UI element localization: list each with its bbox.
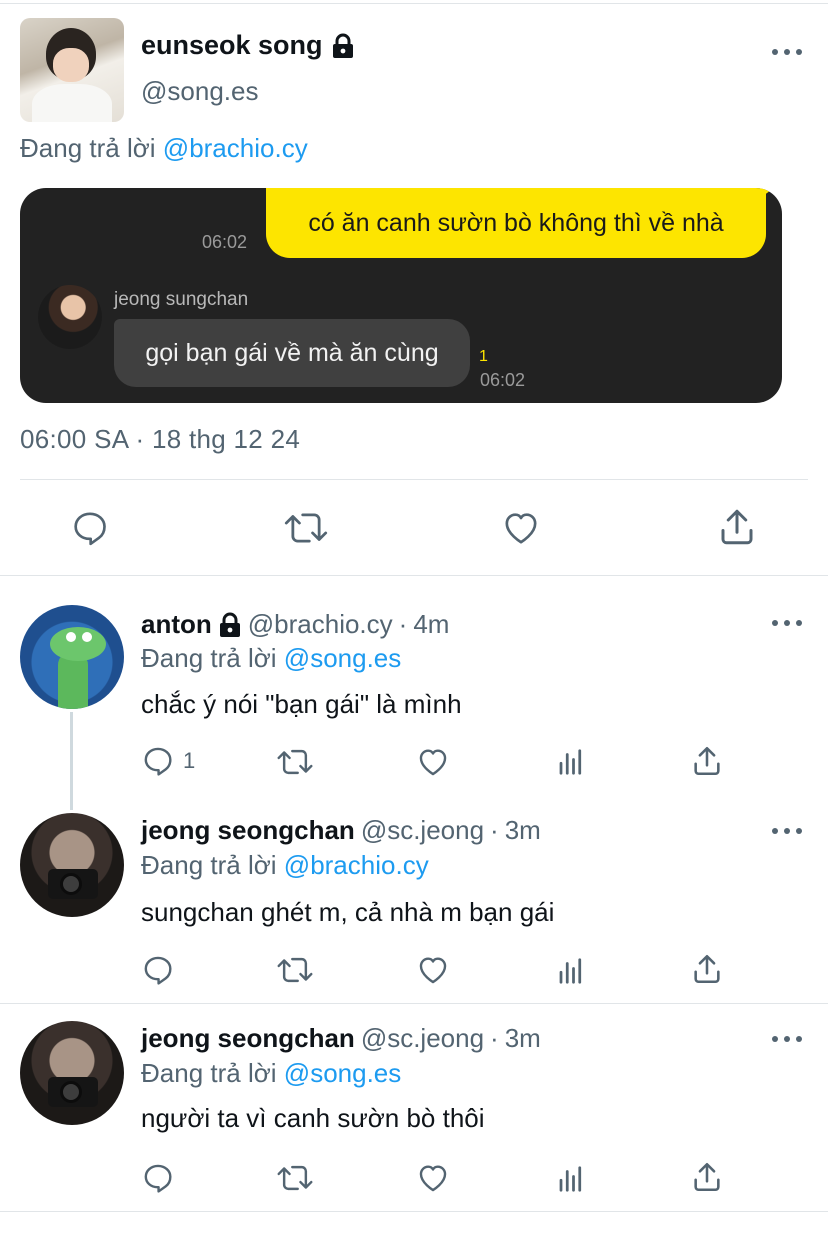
retweet-button[interactable]: [276, 745, 314, 779]
section-divider: [0, 1003, 828, 1004]
main-replying-to: Đang trả lời @brachio.cy: [20, 133, 308, 164]
like-button[interactable]: [415, 953, 451, 987]
main-handle[interactable]: @song.es: [141, 76, 258, 107]
lock-icon: [218, 612, 242, 638]
share-icon: [694, 954, 720, 984]
like-icon: [419, 749, 447, 776]
main-avatar[interactable]: [20, 18, 124, 122]
reply-header: anton @brachio.cy · 4m: [141, 609, 449, 640]
chat-screenshot[interactable]: có ăn canh sườn bò không thì về nhà 06:0…: [20, 188, 782, 403]
retweet-button[interactable]: [276, 1161, 314, 1195]
reply-handle[interactable]: @sc.jeong: [361, 815, 484, 846]
views-icon: [559, 958, 582, 984]
retweet-icon: [277, 1165, 313, 1191]
reply-icon: [74, 512, 106, 546]
tweet-timestamp[interactable]: 06:00 SA · 18 thg 12 24: [20, 424, 300, 455]
reply-avatar[interactable]: [20, 813, 124, 917]
share-button[interactable]: [690, 744, 724, 778]
reply-count: 1: [183, 748, 196, 773]
reply-header: jeong seongchan @sc.jeong · 3m: [141, 815, 541, 846]
reply-replying-to: Đang trả lời @song.es: [141, 1058, 401, 1089]
meta-separator: ·: [490, 1023, 499, 1053]
reply-icon: [144, 956, 172, 985]
reply-time[interactable]: 3m: [505, 815, 541, 846]
mention-link[interactable]: @song.es: [284, 1058, 401, 1088]
reply-avatar[interactable]: [20, 1021, 124, 1125]
mention-link[interactable]: @brachio.cy: [284, 850, 429, 880]
share-button[interactable]: [716, 506, 758, 548]
lock-icon: [331, 33, 355, 59]
share-button[interactable]: [690, 1160, 724, 1194]
more-icon[interactable]: [772, 47, 802, 57]
reply-display-name[interactable]: jeong seongchan: [141, 815, 355, 846]
reply-time[interactable]: 3m: [505, 1023, 541, 1054]
like-button[interactable]: [415, 1161, 451, 1195]
reply-icon: [144, 1164, 172, 1193]
views-button[interactable]: [556, 955, 586, 987]
views-icon: [559, 749, 582, 775]
retweet-icon: [284, 513, 328, 543]
chat-time-incoming: 06:02: [480, 370, 526, 390]
share-button[interactable]: [690, 952, 724, 986]
views-icon: [559, 1166, 582, 1192]
chat-unread-count: 1: [479, 348, 488, 365]
like-icon: [419, 1165, 447, 1192]
top-divider: [0, 3, 828, 4]
more-icon[interactable]: [772, 618, 802, 628]
reply-display-name[interactable]: anton: [141, 609, 212, 640]
reply-button[interactable]: 1: [141, 744, 195, 778]
reply-replying-to: Đang trả lời @brachio.cy: [141, 850, 429, 881]
share-icon: [694, 1162, 720, 1192]
views-button[interactable]: [556, 746, 586, 778]
reply-replying-to: Đang trả lời @song.es: [141, 643, 401, 674]
replying-to-label: Đang trả lời: [141, 643, 277, 673]
reply-time[interactable]: 4m: [413, 609, 449, 640]
chat-sender-name: jeong sungchan: [114, 289, 249, 310]
reply-text: người ta vì canh sườn bò thôi: [141, 1103, 485, 1133]
chat-bubble-incoming: gọi bạn gái về mà ăn cùng: [114, 319, 470, 387]
reply-handle[interactable]: @brachio.cy: [248, 609, 393, 640]
retweet-icon: [277, 749, 313, 775]
like-button[interactable]: [500, 508, 542, 548]
reply-avatar[interactable]: [20, 605, 124, 709]
like-icon: [419, 957, 447, 984]
reply-handle[interactable]: @sc.jeong: [361, 1023, 484, 1054]
replying-to-label: Đang trả lời: [20, 133, 156, 163]
more-icon[interactable]: [772, 826, 802, 836]
chat-bubble-outgoing: có ăn canh sườn bò không thì về nhà: [266, 188, 774, 258]
like-icon: [505, 513, 537, 544]
thread-connector: [70, 712, 73, 810]
replying-to-label: Đang trả lời: [141, 1058, 277, 1088]
retweet-button[interactable]: [276, 953, 314, 987]
mention-link[interactable]: @brachio.cy: [163, 133, 308, 163]
section-divider: [0, 1211, 828, 1212]
replying-to-label: Đang trả lời: [141, 850, 277, 880]
reply-button[interactable]: [141, 1161, 175, 1195]
meta-separator: ·: [490, 815, 499, 845]
reply-header: jeong seongchan @sc.jeong · 3m: [141, 1023, 541, 1054]
more-icon[interactable]: [772, 1034, 802, 1044]
reply-button[interactable]: [141, 953, 175, 987]
reply-button[interactable]: [70, 508, 110, 548]
divider: [20, 479, 808, 480]
reply-text: sungchan ghét m, cả nhà m bạn gái: [141, 897, 555, 927]
retweet-button[interactable]: [283, 508, 329, 548]
section-divider: [0, 575, 828, 576]
like-button[interactable]: [415, 745, 451, 779]
reply-icon: [144, 747, 172, 776]
share-icon: [721, 509, 753, 545]
reply-display-name[interactable]: jeong seongchan: [141, 1023, 355, 1054]
mention-link[interactable]: @song.es: [284, 643, 401, 673]
main-author-name[interactable]: eunseok song: [141, 30, 355, 61]
share-icon: [694, 746, 720, 776]
chat-avatar: [38, 285, 102, 349]
retweet-icon: [277, 957, 313, 983]
chat-time-outgoing: 06:02: [202, 232, 248, 252]
reply-text: chắc ý nói "bạn gái" là mình: [141, 689, 462, 719]
meta-separator: ·: [398, 609, 408, 639]
views-button[interactable]: [556, 1163, 586, 1195]
main-display-name: eunseok song: [141, 30, 323, 60]
